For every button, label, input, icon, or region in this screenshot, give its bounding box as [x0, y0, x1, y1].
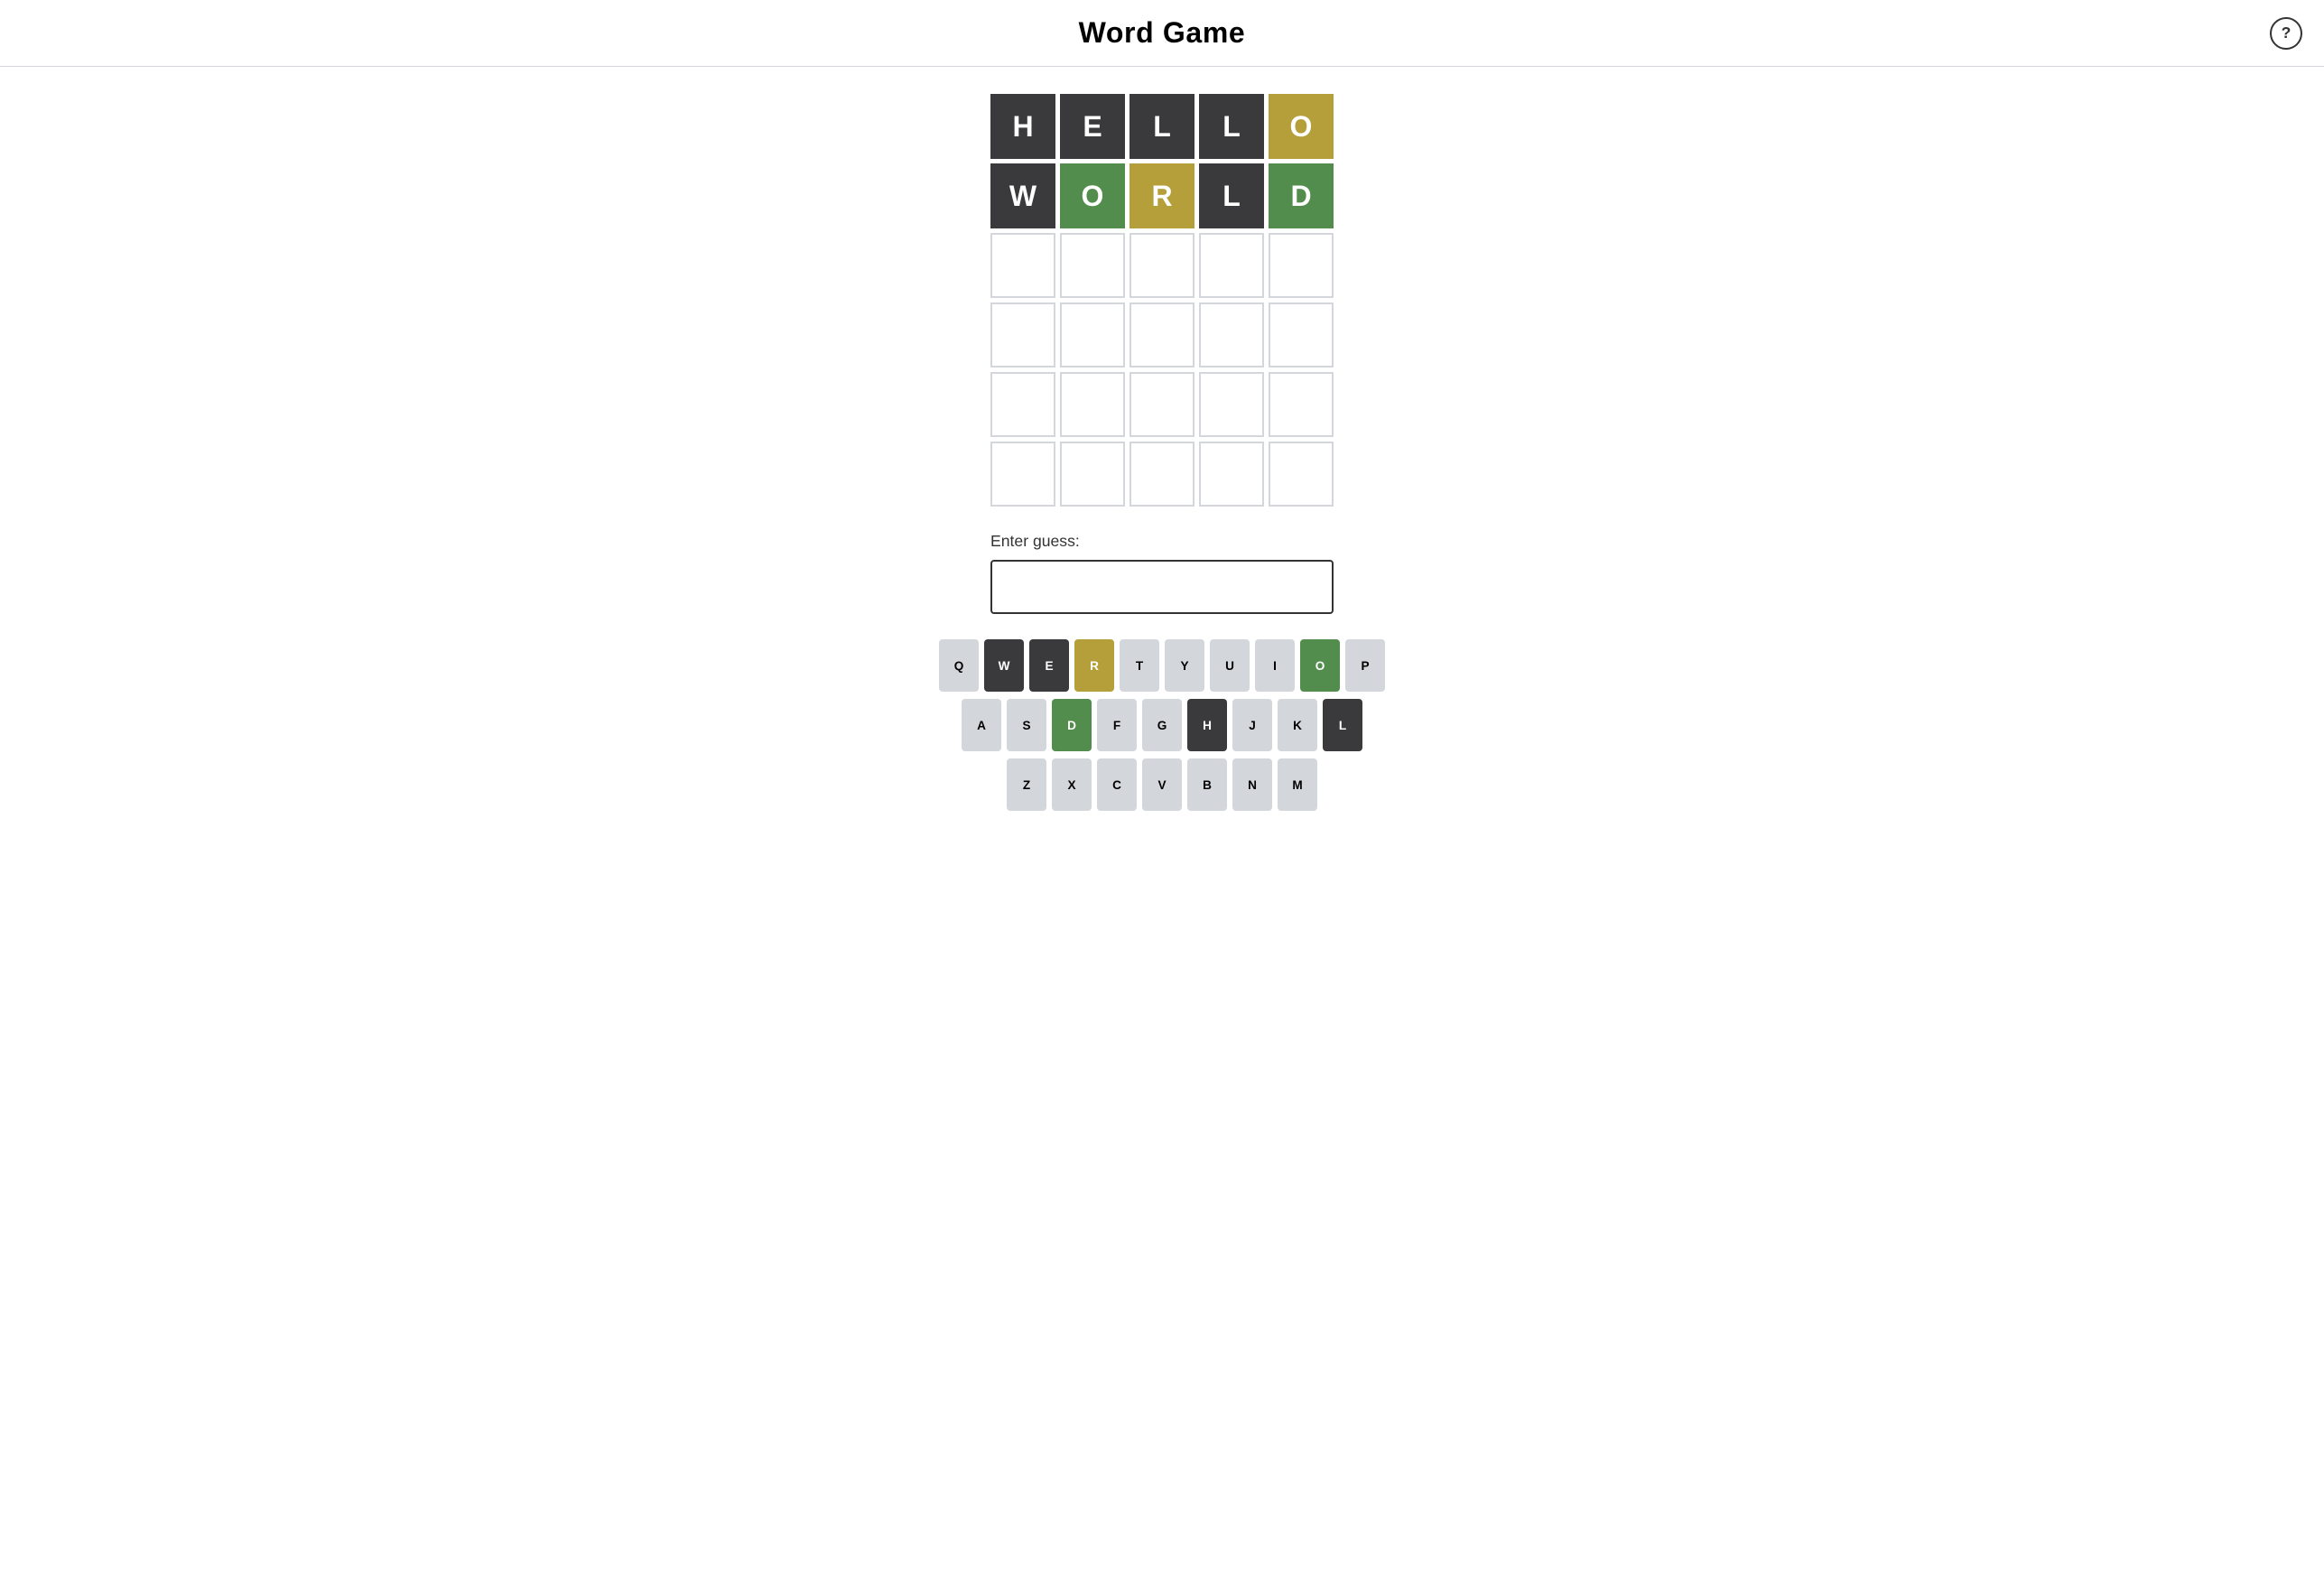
- cell-r2-c0: [990, 233, 1055, 298]
- key-q[interactable]: Q: [939, 639, 979, 692]
- keyboard-row-0: QWERTYUIOP: [939, 639, 1385, 692]
- cell-r2-c1: [1060, 233, 1125, 298]
- keyboard-row-1: ASDFGHJKL: [962, 699, 1362, 751]
- keyboard-row-2: ZXCVBNM: [1007, 758, 1317, 811]
- key-x[interactable]: X: [1052, 758, 1092, 811]
- key-u[interactable]: U: [1210, 639, 1250, 692]
- key-b[interactable]: B: [1187, 758, 1227, 811]
- cell-r0-c1: E: [1060, 94, 1125, 159]
- key-m[interactable]: M: [1278, 758, 1317, 811]
- key-n[interactable]: N: [1232, 758, 1272, 811]
- key-v[interactable]: V: [1142, 758, 1182, 811]
- key-r[interactable]: R: [1074, 639, 1114, 692]
- cell-r1-c0: W: [990, 163, 1055, 228]
- cell-r1-c4: D: [1269, 163, 1334, 228]
- key-f[interactable]: F: [1097, 699, 1137, 751]
- cell-r2-c4: [1269, 233, 1334, 298]
- cell-r4-c3: [1199, 372, 1264, 437]
- input-label: Enter guess:: [990, 532, 1334, 551]
- game-grid: HELLOWORLD: [990, 94, 1334, 507]
- key-w[interactable]: W: [984, 639, 1024, 692]
- key-y[interactable]: Y: [1165, 639, 1204, 692]
- key-s[interactable]: S: [1007, 699, 1046, 751]
- cell-r3-c3: [1199, 302, 1264, 368]
- keyboard: QWERTYUIOPASDFGHJKLZXCVBNM: [939, 639, 1385, 811]
- key-l[interactable]: L: [1323, 699, 1362, 751]
- key-z[interactable]: Z: [1007, 758, 1046, 811]
- key-i[interactable]: I: [1255, 639, 1295, 692]
- cell-r1-c2: R: [1129, 163, 1195, 228]
- cell-r0-c0: H: [990, 94, 1055, 159]
- cell-r4-c0: [990, 372, 1055, 437]
- cell-r5-c2: [1129, 442, 1195, 507]
- cell-r5-c4: [1269, 442, 1334, 507]
- key-e[interactable]: E: [1029, 639, 1069, 692]
- cell-r3-c2: [1129, 302, 1195, 368]
- key-k[interactable]: K: [1278, 699, 1317, 751]
- input-section: Enter guess:: [990, 532, 1334, 614]
- help-button[interactable]: ?: [2270, 17, 2302, 50]
- key-o[interactable]: O: [1300, 639, 1340, 692]
- cell-r5-c3: [1199, 442, 1264, 507]
- cell-r2-c3: [1199, 233, 1264, 298]
- cell-r5-c0: [990, 442, 1055, 507]
- app-header: Word Game ?: [0, 0, 2324, 67]
- key-j[interactable]: J: [1232, 699, 1272, 751]
- guess-input[interactable]: [990, 560, 1334, 614]
- app-title: Word Game: [1079, 16, 1246, 50]
- cell-r1-c1: O: [1060, 163, 1125, 228]
- cell-r4-c2: [1129, 372, 1195, 437]
- key-p[interactable]: P: [1345, 639, 1385, 692]
- key-h[interactable]: H: [1187, 699, 1227, 751]
- cell-r0-c4: O: [1269, 94, 1334, 159]
- cell-r3-c1: [1060, 302, 1125, 368]
- key-c[interactable]: C: [1097, 758, 1137, 811]
- cell-r3-c4: [1269, 302, 1334, 368]
- main-content: HELLOWORLD Enter guess: QWERTYUIOPASDFGH…: [0, 67, 2324, 829]
- cell-r4-c4: [1269, 372, 1334, 437]
- cell-r2-c2: [1129, 233, 1195, 298]
- cell-r1-c3: L: [1199, 163, 1264, 228]
- key-t[interactable]: T: [1120, 639, 1159, 692]
- key-d[interactable]: D: [1052, 699, 1092, 751]
- cell-r0-c3: L: [1199, 94, 1264, 159]
- cell-r3-c0: [990, 302, 1055, 368]
- cell-r0-c2: L: [1129, 94, 1195, 159]
- key-g[interactable]: G: [1142, 699, 1182, 751]
- cell-r4-c1: [1060, 372, 1125, 437]
- key-a[interactable]: A: [962, 699, 1001, 751]
- cell-r5-c1: [1060, 442, 1125, 507]
